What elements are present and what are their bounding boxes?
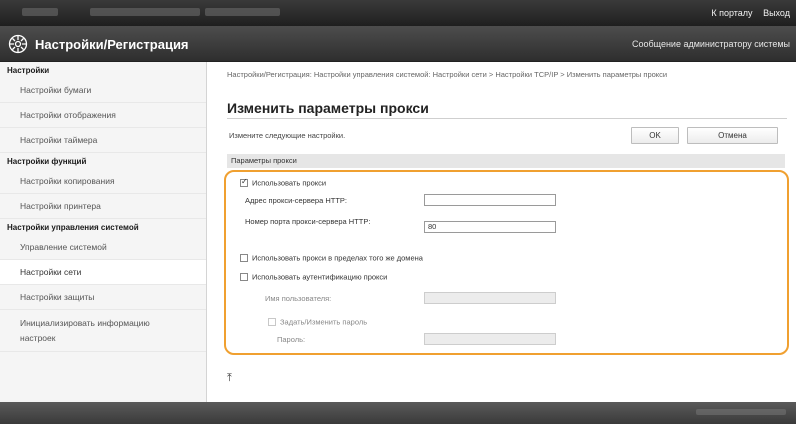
- sidebar-item-system-management[interactable]: Управление системой: [0, 235, 206, 260]
- section-header: Параметры прокси: [227, 154, 785, 168]
- sidebar-item-network[interactable]: Настройки сети: [0, 260, 206, 285]
- proxy-auth-label: Использовать аутентификацию прокси: [252, 272, 388, 282]
- sidebar-section-functions: Настройки функций: [0, 153, 206, 169]
- admin-message-link[interactable]: Сообщение администратору системы: [632, 39, 790, 49]
- user-info-text: [205, 8, 280, 16]
- password-label: Пароль:: [277, 335, 306, 344]
- sidebar-item-display[interactable]: Настройки отображения: [0, 103, 206, 128]
- page-title: Изменить параметры прокси: [227, 100, 429, 116]
- use-proxy-label: Использовать прокси: [252, 178, 327, 188]
- title-divider: [227, 118, 787, 119]
- same-domain-row: Использовать прокси в пределах того же д…: [240, 253, 423, 263]
- device-model-text: [90, 8, 200, 16]
- top-bar: К порталу Выход: [0, 0, 796, 26]
- proxy-auth-row: Использовать аутентификацию прокси: [240, 272, 387, 282]
- top-links: К порталу Выход: [703, 8, 790, 18]
- username-label: Имя пользователя:: [265, 294, 332, 303]
- sidebar-item-paper[interactable]: Настройки бумаги: [0, 78, 206, 103]
- sidebar-item-printer[interactable]: Настройки принтера: [0, 194, 206, 219]
- settings-register-icon: [8, 34, 28, 54]
- http-proxy-port-input[interactable]: 80: [424, 221, 556, 233]
- sidebar-item-copy[interactable]: Настройки копирования: [0, 169, 206, 194]
- set-password-row: Задать/Изменить пароль: [268, 317, 367, 327]
- logout-link[interactable]: Выход: [763, 8, 790, 18]
- arrow-to-top-icon[interactable]: ⤒: [227, 372, 232, 385]
- ok-button[interactable]: OK: [631, 127, 679, 144]
- http-proxy-address-label: Адрес прокси-сервера HTTP:: [245, 196, 348, 205]
- cancel-button[interactable]: Отмена: [687, 127, 778, 144]
- copyright-text: [696, 409, 786, 415]
- instruction-text: Измените следующие настройки.: [229, 131, 346, 140]
- main-content: Настройки/Регистрация: Настройки управле…: [207, 62, 796, 402]
- portal-link[interactable]: К порталу: [711, 8, 752, 18]
- same-domain-checkbox[interactable]: [240, 254, 248, 263]
- set-password-checkbox[interactable]: [268, 318, 276, 327]
- footer: [0, 402, 796, 424]
- sidebar-section-system: Настройки управления системой: [0, 219, 206, 235]
- sidebar: Настройки Настройки бумаги Настройки ото…: [0, 62, 207, 402]
- proxy-auth-checkbox[interactable]: [240, 273, 248, 282]
- sidebar-item-timer[interactable]: Настройки таймера: [0, 128, 206, 153]
- use-proxy-row: Использовать прокси: [240, 177, 327, 188]
- password-input[interactable]: [424, 333, 556, 345]
- sidebar-section-settings: Настройки: [0, 62, 206, 78]
- sidebar-item-security[interactable]: Настройки защиты: [0, 285, 206, 310]
- device-name-text: [22, 8, 58, 16]
- app-title: Настройки/Регистрация: [35, 37, 189, 52]
- username-input[interactable]: [424, 292, 556, 304]
- same-domain-label: Использовать прокси в пределах того же д…: [252, 253, 423, 263]
- http-proxy-address-input[interactable]: [424, 194, 556, 206]
- set-password-label: Задать/Изменить пароль: [280, 317, 368, 327]
- sidebar-item-initialize[interactable]: Инициализировать информацию настроек: [0, 310, 206, 352]
- http-proxy-port-label: Номер порта прокси-сервера HTTP:: [245, 217, 371, 226]
- use-proxy-checkbox[interactable]: [240, 177, 248, 188]
- title-bar: Настройки/Регистрация Сообщение админист…: [0, 26, 796, 62]
- breadcrumb: Настройки/Регистрация: Настройки управле…: [227, 70, 668, 79]
